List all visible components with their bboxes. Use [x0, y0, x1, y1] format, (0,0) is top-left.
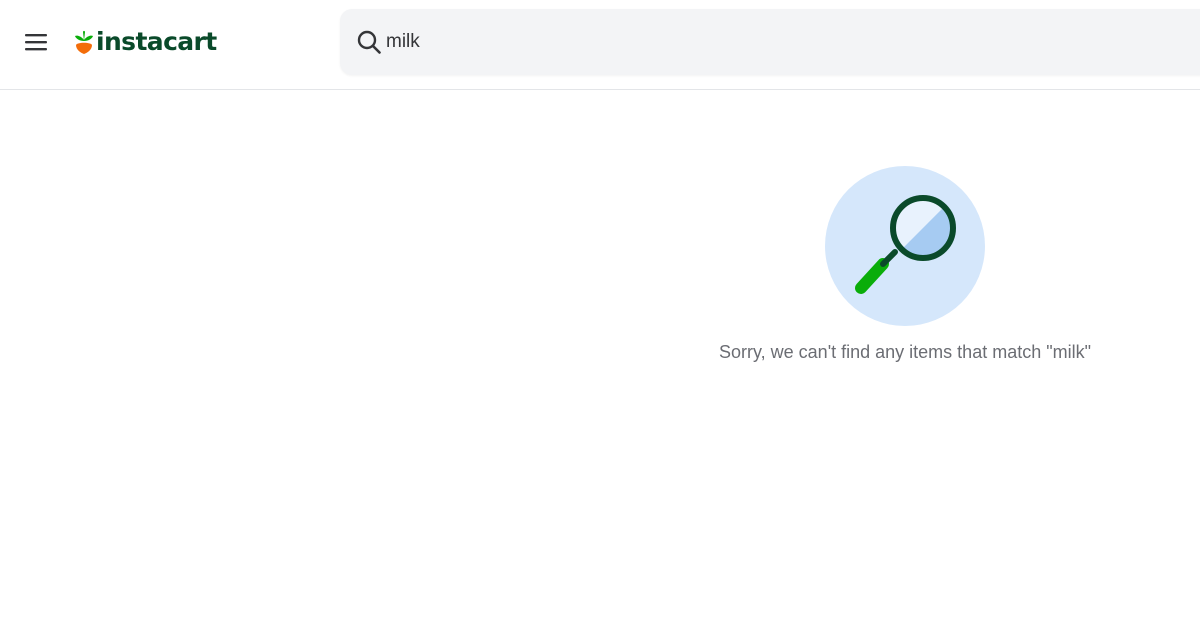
- search-icon[interactable]: [356, 29, 382, 55]
- instacart-logo[interactable]: instacart: [74, 26, 217, 58]
- carrot-icon: [75, 30, 93, 54]
- menu-button[interactable]: [20, 26, 52, 58]
- search-input[interactable]: [386, 22, 1086, 62]
- empty-results-state: Sorry, we can't find any items that matc…: [690, 166, 1120, 363]
- hamburger-menu-icon: [25, 34, 47, 51]
- search-bar[interactable]: [340, 9, 1200, 75]
- no-results-message: Sorry, we can't find any items that matc…: [718, 342, 1091, 362]
- logo-text: instacart: [96, 27, 217, 56]
- magnifying-glass-icon: [825, 166, 985, 326]
- top-header: instacart: [0, 0, 1200, 90]
